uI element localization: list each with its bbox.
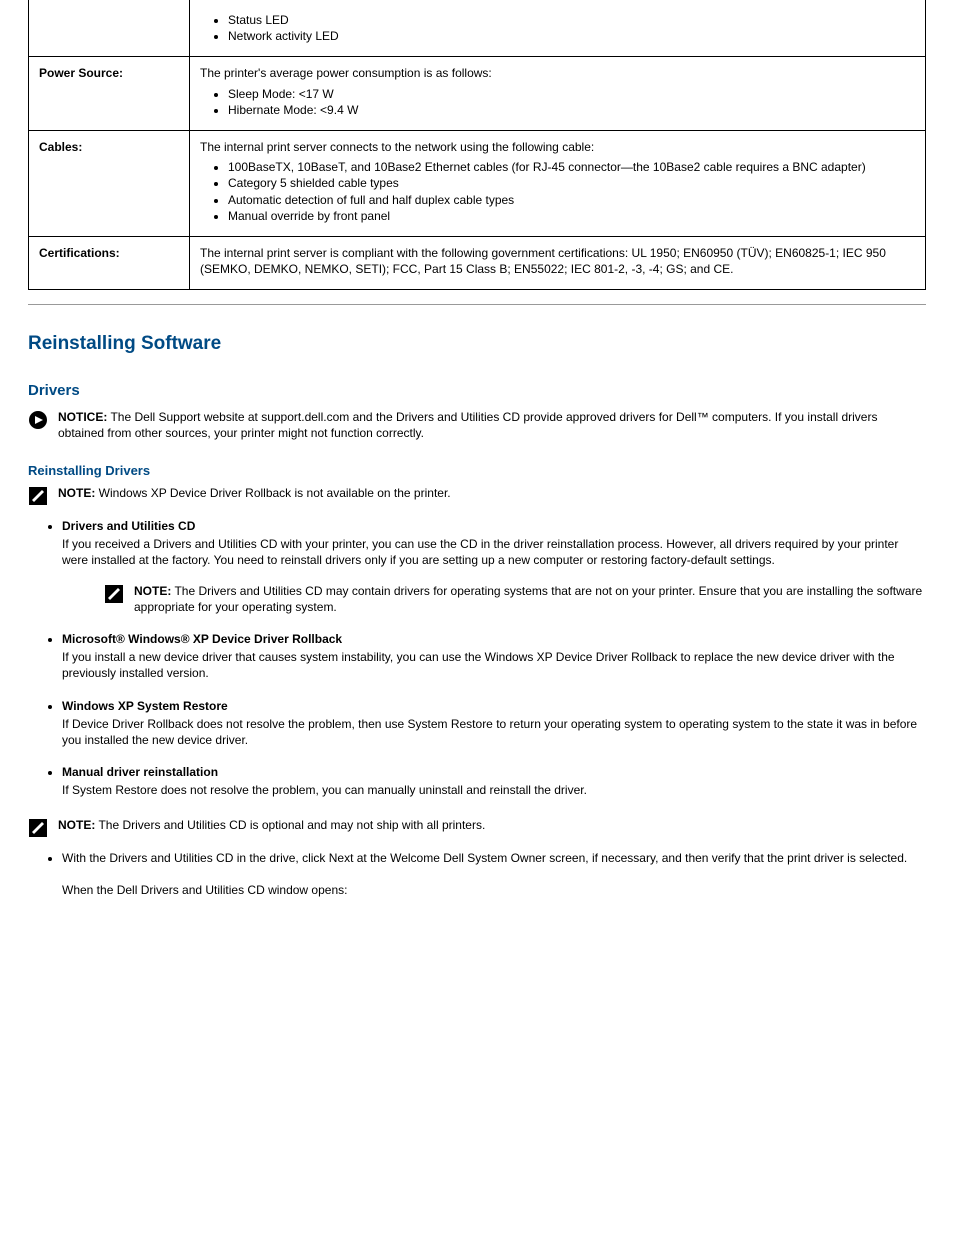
- list-item: With the Drivers and Utilities CD in the…: [62, 850, 926, 898]
- list-item: Manual driver reinstallation If System R…: [62, 764, 926, 798]
- spec-value: Status LED Network activity LED: [190, 0, 926, 57]
- horizontal-rule: [28, 304, 926, 305]
- step-text: If you received a Drivers and Utilities …: [62, 536, 926, 568]
- spec-intro: The printer's average power consumption …: [200, 66, 492, 80]
- final-steps-list: With the Drivers and Utilities CD in the…: [28, 850, 926, 898]
- notice-lead: NOTICE:: [58, 410, 107, 424]
- note-lead: NOTE:: [134, 584, 171, 598]
- list-item: Hibernate Mode: <9.4 W: [228, 102, 915, 118]
- note-text: Windows XP Device Driver Rollback is not…: [95, 486, 450, 500]
- table-row: Cables: The internal print server connec…: [29, 130, 926, 236]
- note-text: The Drivers and Utilities CD may contain…: [134, 584, 922, 614]
- note-icon: [28, 486, 48, 506]
- step-title: Windows XP System Restore: [62, 699, 228, 713]
- spec-table: Status LED Network activity LED Power So…: [28, 0, 926, 290]
- instruction-line: When the Dell Drivers and Utilities CD w…: [62, 882, 926, 898]
- spec-key: [29, 0, 190, 57]
- section-heading: Reinstalling Software: [28, 331, 926, 357]
- list-item: Status LED: [228, 12, 915, 28]
- spec-key: Cables:: [29, 130, 190, 236]
- list-item: Microsoft® Windows® XP Device Driver Rol…: [62, 631, 926, 682]
- list-item: Sleep Mode: <17 W: [228, 86, 915, 102]
- table-row: Certifications: The internal print serve…: [29, 236, 926, 289]
- note-icon: [28, 818, 48, 838]
- spec-key: Certifications:: [29, 236, 190, 289]
- step-text: If you install a new device driver that …: [62, 649, 926, 681]
- table-row: Status LED Network activity LED: [29, 0, 926, 57]
- table-row: Power Source: The printer's average powe…: [29, 57, 926, 131]
- list-item: Manual override by front panel: [228, 208, 915, 224]
- subsection-heading: Drivers: [28, 381, 926, 401]
- spec-value: The internal print server connects to th…: [190, 130, 926, 236]
- list-item: Automatic detection of full and half dup…: [228, 192, 915, 208]
- step-text: If Device Driver Rollback does not resol…: [62, 716, 926, 748]
- list-item: Network activity LED: [228, 28, 915, 44]
- list-item: Drivers and Utilities CD If you received…: [62, 518, 926, 615]
- note-callout: NOTE: Windows XP Device Driver Rollback …: [28, 485, 926, 506]
- spec-intro: The internal print server connects to th…: [200, 140, 594, 154]
- list-item: Category 5 shielded cable types: [228, 175, 915, 191]
- step-title: Drivers and Utilities CD: [62, 519, 195, 533]
- step-text: With the Drivers and Utilities CD in the…: [62, 851, 907, 865]
- note-lead: NOTE:: [58, 486, 95, 500]
- list-item: Windows XP System Restore If Device Driv…: [62, 698, 926, 749]
- notice-text: The Dell Support website at support.dell…: [58, 410, 877, 440]
- step-text: If System Restore does not resolve the p…: [62, 782, 926, 798]
- notice-callout: NOTICE: The Dell Support website at supp…: [28, 409, 926, 441]
- note-icon: [104, 584, 124, 604]
- note-lead: NOTE:: [58, 818, 95, 832]
- spec-key: Power Source:: [29, 57, 190, 131]
- subsubsection-heading: Reinstalling Drivers: [28, 462, 926, 480]
- list-item: 100BaseTX, 10BaseT, and 10Base2 Ethernet…: [228, 159, 915, 175]
- note-callout: NOTE: The Drivers and Utilities CD is op…: [28, 817, 926, 838]
- step-title: Microsoft® Windows® XP Device Driver Rol…: [62, 632, 342, 646]
- steps-list: Drivers and Utilities CD If you received…: [28, 518, 926, 798]
- step-title: Manual driver reinstallation: [62, 765, 218, 779]
- spec-value: The printer's average power consumption …: [190, 57, 926, 131]
- note-text: The Drivers and Utilities CD is optional…: [95, 818, 485, 832]
- spec-value: The internal print server is compliant w…: [190, 236, 926, 289]
- notice-icon: [28, 410, 48, 430]
- note-callout-inner: NOTE: The Drivers and Utilities CD may c…: [104, 583, 926, 615]
